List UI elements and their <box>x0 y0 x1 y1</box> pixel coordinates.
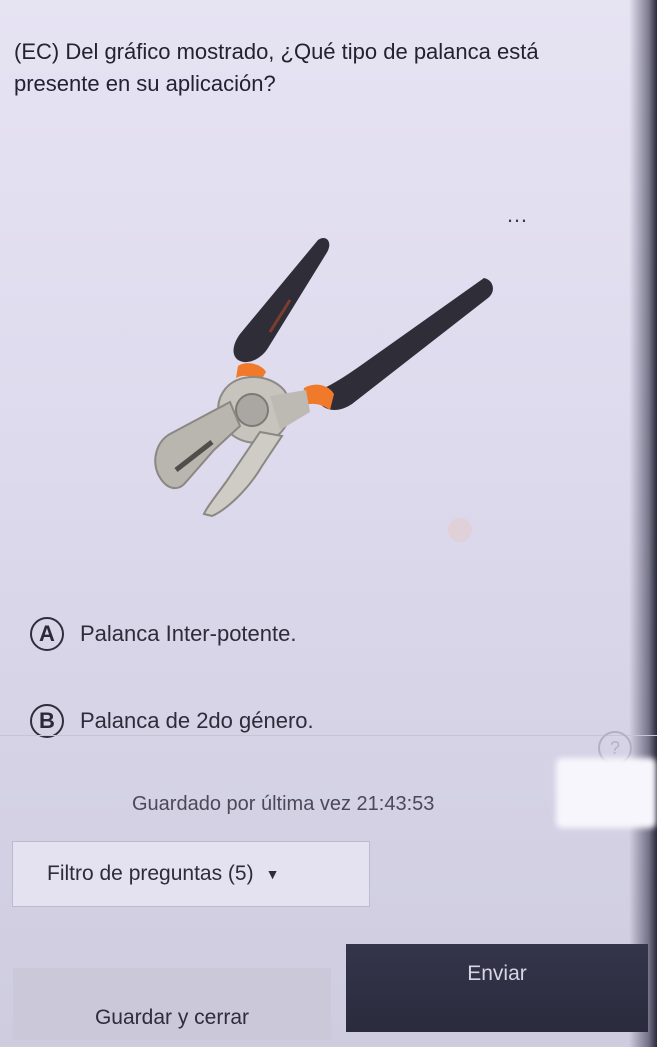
option-b-letter: B <box>30 704 64 738</box>
question-filter-label: Filtro de preguntas (5) <box>47 862 254 885</box>
option-a-label: Palanca Inter-potente. <box>80 621 297 646</box>
option-b-label: Palanca de 2do género. <box>80 708 314 733</box>
last-saved-status: Guardado por última vez 21:43:53 <box>132 793 435 815</box>
device-edge-shadow <box>629 0 657 1047</box>
option-a-letter: A <box>30 617 64 651</box>
question-text: (EC) Del gráfico mostrado, ¿Qué tipo de … <box>14 39 539 96</box>
question-filter-dropdown[interactable]: Filtro de preguntas (5) ▼ <box>12 841 370 907</box>
chevron-down-icon: ▼ <box>265 866 280 882</box>
section-divider <box>0 735 657 736</box>
option-a[interactable]: A Palanca Inter-potente. <box>30 617 296 651</box>
pliers-image <box>154 237 493 542</box>
save-and-close-label: Guardar y cerrar <box>94 1006 250 1029</box>
save-and-close-button[interactable]: Guardar y cerrar <box>13 968 331 1040</box>
screen-glare <box>556 758 656 828</box>
submit-button[interactable]: Enviar <box>346 944 648 1032</box>
option-b[interactable]: B Palanca de 2do género. <box>30 704 314 738</box>
submit-label: Enviar <box>467 962 527 985</box>
